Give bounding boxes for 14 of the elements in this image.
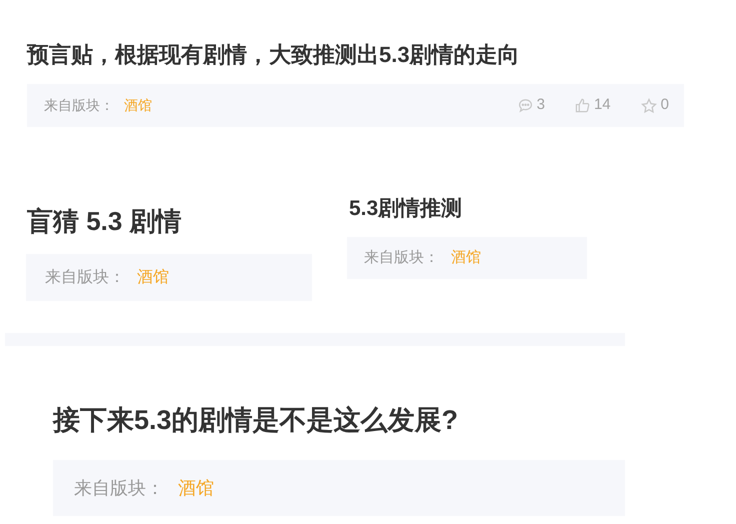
- star-icon: [640, 98, 657, 114]
- post-title[interactable]: 预言贴，根据现有剧情，大致推测出5.3剧情的走向: [27, 38, 520, 71]
- post-title[interactable]: 接下来5.3的剧情是不是这么发展?: [53, 400, 458, 440]
- post-title[interactable]: 5.3剧情推测: [349, 193, 462, 224]
- like-count: 14: [594, 95, 611, 116]
- forum-label: 来自版块：: [45, 268, 125, 288]
- thumbs-up-icon: [574, 98, 590, 113]
- comment-icon: [518, 98, 533, 113]
- favorite-count: 0: [660, 95, 669, 116]
- comment-count: 3: [536, 95, 545, 116]
- post-title[interactable]: 盲猜 5.3 剧情: [27, 202, 182, 241]
- forum-label: 来自版块：: [74, 476, 164, 500]
- forum-label: 来自版块：: [364, 248, 439, 268]
- forum-label: 来自版块：: [44, 96, 114, 115]
